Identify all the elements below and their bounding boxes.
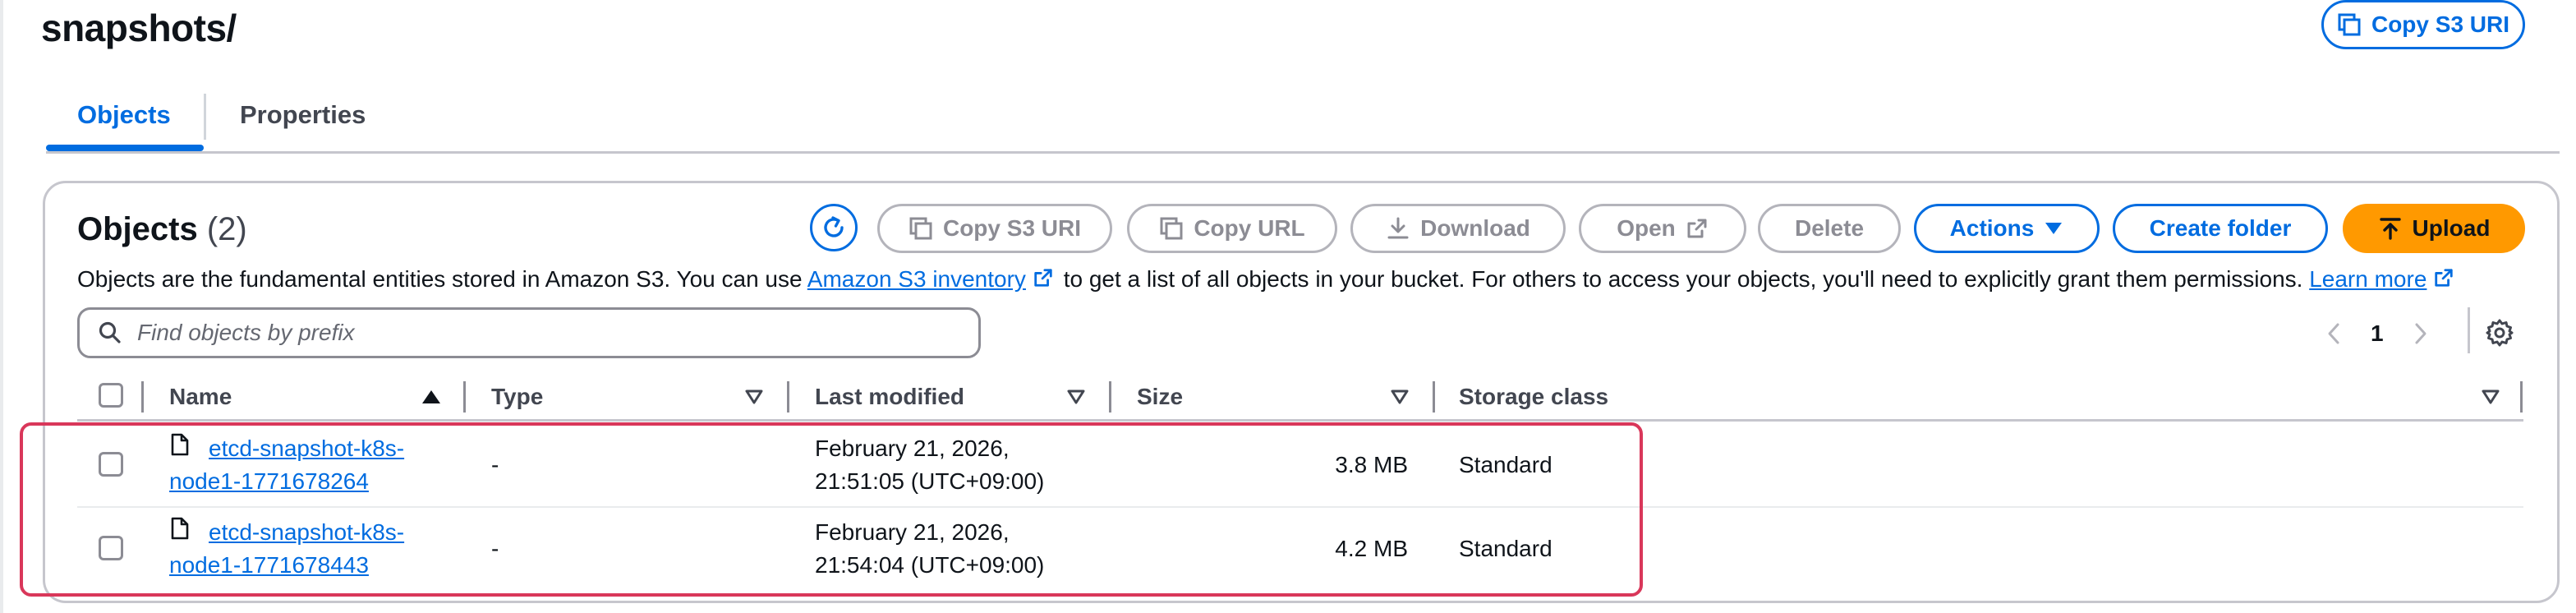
copy-url-button[interactable]: Copy URL: [1127, 204, 1337, 253]
refresh-icon: [824, 216, 844, 237]
description-text-2: to get a list of all objects in your buc…: [1056, 266, 2310, 292]
header-copy-s3-uri-button[interactable]: Copy S3 URI: [2321, 0, 2525, 49]
column-header-size[interactable]: Size: [1137, 380, 1183, 414]
tab-properties[interactable]: Properties: [240, 99, 366, 131]
column-divider: [1109, 381, 1111, 413]
column-divider: [787, 381, 789, 413]
current-page[interactable]: 1: [2371, 320, 2384, 347]
copy-s3-uri-label: Copy S3 URI: [942, 215, 1082, 241]
pagination: 1: [2325, 316, 2430, 352]
tab-objects[interactable]: Objects: [77, 99, 171, 131]
copy-icon: [2338, 13, 2361, 36]
page-title: snapshots/: [41, 7, 237, 49]
create-folder-button[interactable]: Create folder: [2113, 204, 2328, 253]
actions-label: Actions: [1949, 215, 2035, 241]
column-divider: [141, 381, 144, 413]
select-all-checkbox[interactable]: [99, 383, 123, 408]
s3-inventory-link[interactable]: Amazon S3 inventory: [807, 266, 1026, 292]
search-input[interactable]: [137, 320, 959, 346]
pager-divider: [2468, 307, 2470, 353]
copy-icon: [1160, 217, 1183, 240]
external-link-icon: [2435, 269, 2454, 287]
search-icon: [99, 321, 121, 343]
column-header-name[interactable]: Name: [169, 380, 232, 414]
open-label: Open: [1617, 215, 1676, 241]
column-header-storage-class[interactable]: Storage class: [1459, 380, 1608, 414]
sort-icon[interactable]: [744, 388, 764, 406]
open-button[interactable]: Open: [1579, 204, 1746, 253]
external-link-icon: [1034, 269, 1052, 287]
chevron-right-icon[interactable]: [2412, 321, 2430, 346]
left-border: [0, 0, 3, 613]
sort-icon[interactable]: [1066, 388, 1086, 406]
download-label: Download: [1420, 215, 1530, 241]
create-folder-label: Create folder: [2149, 215, 2292, 241]
column-divider: [1433, 381, 1435, 413]
copy-url-label: Copy URL: [1194, 215, 1305, 241]
sort-icon[interactable]: [1390, 388, 1410, 406]
delete-button[interactable]: Delete: [1758, 204, 1901, 253]
upload-button[interactable]: Upload: [2343, 204, 2525, 253]
objects-heading: Objects (2): [77, 209, 247, 250]
refresh-button[interactable]: [810, 204, 858, 251]
caret-down-icon: [2045, 223, 2063, 234]
sort-icon[interactable]: [2481, 388, 2500, 406]
tab-active-indicator: [46, 145, 204, 151]
download-icon: [1387, 217, 1409, 239]
copy-icon: [909, 217, 932, 240]
learn-more-link[interactable]: Learn more: [2309, 266, 2426, 292]
objects-description: Objects are the fundamental entities sto…: [77, 265, 2458, 294]
tab-separator: [204, 94, 206, 140]
header-copy-s3-uri-label: Copy S3 URI: [2371, 12, 2510, 37]
table-header-line: [77, 419, 2523, 422]
tabs-underline: [46, 151, 2560, 154]
gear-icon[interactable]: [2484, 317, 2515, 348]
objects-count: (2): [206, 211, 247, 247]
delete-label: Delete: [1794, 215, 1865, 241]
external-link-icon: [1687, 219, 1707, 238]
sort-ascending-icon[interactable]: [421, 388, 442, 406]
actions-dropdown-button[interactable]: Actions: [1914, 204, 2100, 253]
chevron-left-icon[interactable]: [2325, 321, 2343, 346]
column-header-type[interactable]: Type: [491, 380, 543, 414]
column-divider: [2520, 381, 2523, 413]
upload-icon: [2379, 218, 2401, 240]
search-box: [77, 307, 981, 358]
column-divider: [463, 381, 466, 413]
copy-s3-uri-button[interactable]: Copy S3 URI: [877, 204, 1112, 253]
rows-highlight-box: [20, 422, 1643, 597]
objects-heading-title: Objects: [77, 211, 198, 247]
upload-label: Upload: [2412, 215, 2491, 241]
description-text-1: Objects are the fundamental entities sto…: [77, 266, 807, 292]
column-header-last-modified[interactable]: Last modified: [815, 380, 964, 414]
download-button[interactable]: Download: [1350, 204, 1566, 253]
